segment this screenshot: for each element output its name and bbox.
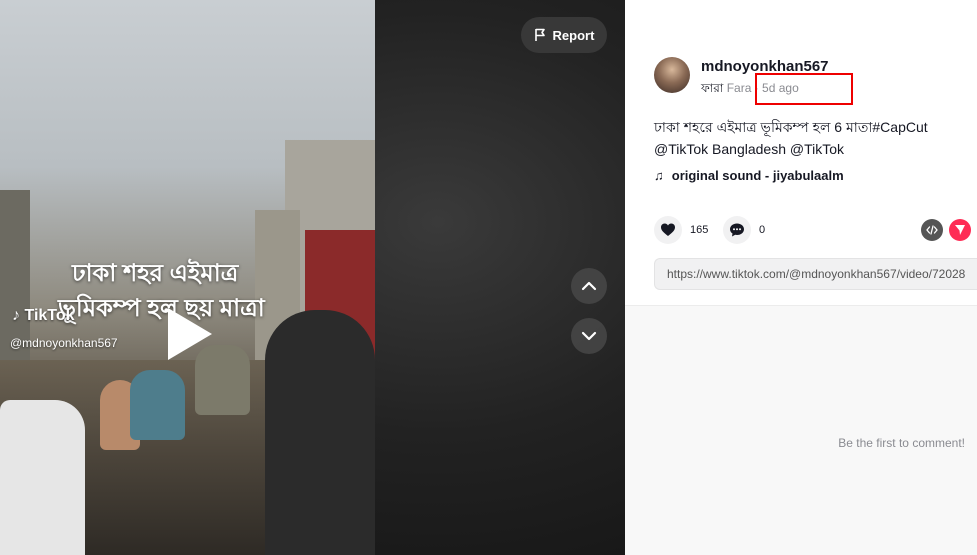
embed-button[interactable] bbox=[921, 219, 943, 241]
author-nickname-line: ফারা Fara · 5d ago bbox=[701, 80, 799, 100]
author-nickname-bn: ফারা bbox=[701, 81, 724, 95]
posted-time: 5d ago bbox=[762, 81, 799, 95]
comment-count: 0 bbox=[759, 224, 766, 236]
watermark-username: @mdnoyonkhan567 bbox=[10, 336, 118, 350]
play-icon[interactable] bbox=[168, 308, 212, 360]
heart-icon bbox=[661, 223, 675, 236]
like-button[interactable] bbox=[654, 216, 682, 244]
empty-comments-message: Be the first to comment! bbox=[838, 436, 965, 450]
video-caption: ঢাকা শহরে এইমাত্র ভূমিকম্প হল 6 মাতা#Cap… bbox=[654, 116, 974, 160]
car bbox=[0, 400, 85, 555]
code-icon bbox=[926, 225, 938, 235]
tiktok-note-icon: ♪ bbox=[12, 307, 20, 324]
author-username[interactable]: mdnoyonkhan567 bbox=[701, 58, 829, 75]
like-stat: 165 bbox=[654, 216, 708, 244]
comment-button[interactable] bbox=[723, 216, 751, 244]
video-link-field[interactable]: https://www.tiktok.com/@mdnoyonkhan567/v… bbox=[654, 258, 977, 290]
video-link-text: https://www.tiktok.com/@mdnoyonkhan567/v… bbox=[667, 267, 966, 281]
video-overlay-text-line2: ভূমিকম্প হল ছয় মাত্রা bbox=[58, 295, 265, 322]
like-count: 165 bbox=[690, 224, 709, 236]
report-label: Report bbox=[552, 27, 595, 43]
comments-section: Be the first to comment! bbox=[625, 305, 977, 555]
report-button[interactable]: Report bbox=[521, 17, 607, 53]
comment-icon bbox=[730, 223, 744, 237]
chevron-up-icon bbox=[581, 281, 597, 291]
flag-icon bbox=[534, 28, 545, 41]
send-to-friends-button[interactable] bbox=[949, 219, 971, 241]
tiktok-watermark: ♪ TikTok bbox=[12, 307, 75, 325]
video-info-panel: mdnoyonkhan567 ফারা Fara · 5d ago ঢাকা শ… bbox=[625, 0, 977, 555]
next-video-button[interactable] bbox=[571, 318, 607, 354]
hashtag-link[interactable]: #CapCut bbox=[872, 119, 927, 135]
caption-text: ঢাকা শহরে এইমাত্র ভূমিকম্প হল 6 মাতা bbox=[654, 119, 873, 135]
mention-link[interactable]: @TikTok Bangladesh bbox=[654, 141, 786, 157]
tiktok-video-page: ঢাকা শহর এইমাত্র ভূমিকম্প হল ছয় মাত্রা … bbox=[0, 0, 977, 555]
sound-link[interactable]: ♫ original sound - jiyabulaalm bbox=[654, 168, 844, 183]
separator: · bbox=[751, 81, 763, 95]
chevron-down-icon bbox=[581, 331, 597, 341]
previous-video-button[interactable] bbox=[571, 268, 607, 304]
person bbox=[265, 310, 375, 555]
rickshaw bbox=[130, 370, 185, 440]
watermark-logo-text: TikTok bbox=[24, 307, 75, 324]
video-overlay-text-line1: ঢাকা শহর এইমাত্র bbox=[72, 260, 239, 287]
video-player[interactable]: ঢাকা শহর এইমাত্র ভূমিকম্প হল ছয় মাত্রা … bbox=[0, 0, 375, 555]
send-icon bbox=[955, 225, 965, 235]
sound-label: original sound - jiyabulaalm bbox=[671, 168, 844, 183]
author-nickname-en: Fara bbox=[726, 81, 752, 95]
music-note-icon: ♫ bbox=[654, 168, 664, 183]
avatar[interactable] bbox=[654, 57, 690, 93]
comment-stat: 0 bbox=[723, 216, 765, 244]
mention-link[interactable]: @TikTok bbox=[790, 141, 844, 157]
video-area: ঢাকা শহর এইমাত্র ভূমিকম্প হল ছয় মাত্রা … bbox=[0, 0, 625, 555]
